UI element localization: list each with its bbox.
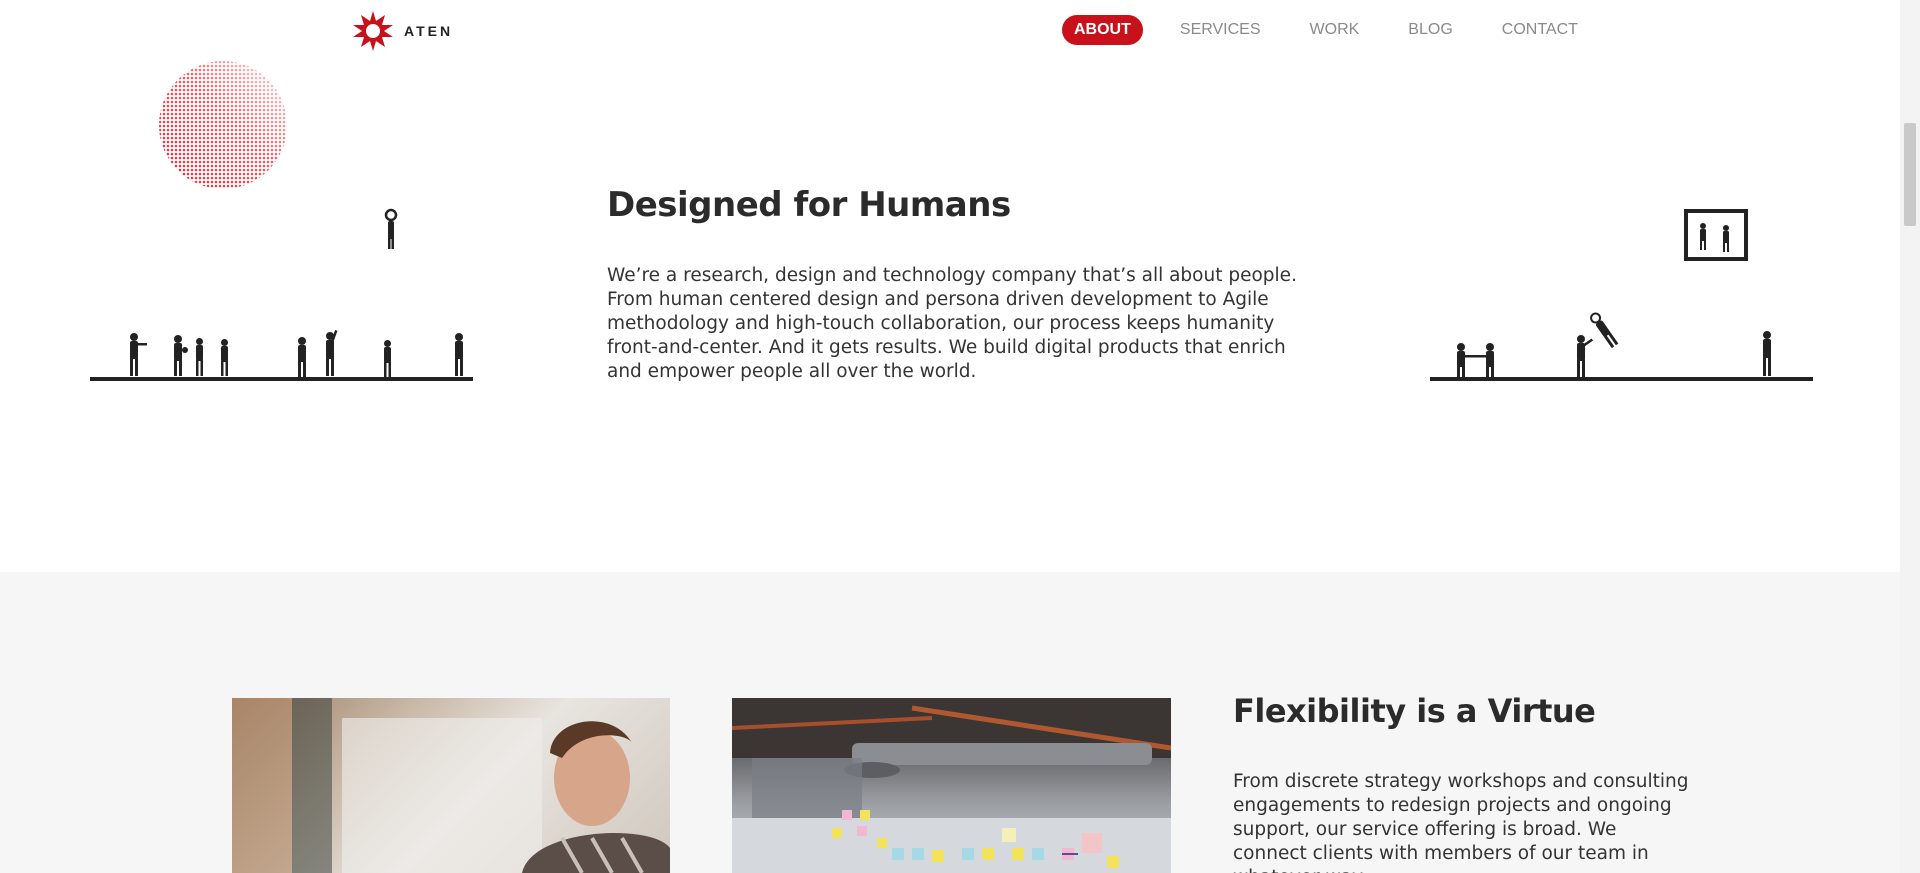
logo-text: ATEN: [404, 23, 454, 39]
nav-item-work[interactable]: WORK: [1298, 15, 1372, 45]
aten-logo-icon: [353, 11, 393, 51]
nav-item-blog[interactable]: BLOG: [1396, 15, 1464, 45]
halftone-circle: [159, 61, 287, 189]
site-header: ATEN ABOUT SERVICES WORK BLOG CONTACT: [0, 0, 1900, 60]
page-scrollbar[interactable]: [1900, 0, 1920, 873]
photo-man-at-desk: [232, 698, 670, 873]
section-body-humans: We’re a research, design and technology …: [607, 265, 1297, 382]
photo-office-wall: [732, 698, 1171, 873]
framed-picture-icon: [1684, 209, 1748, 261]
people-silhouettes-left: [90, 208, 473, 381]
section-title-humans: Designed for Humans: [607, 185, 1011, 225]
nav-item-about[interactable]: ABOUT: [1062, 15, 1143, 45]
scrollbar-thumb[interactable]: [1904, 123, 1916, 226]
section-title-flexibility: Flexibility is a Virtue: [1233, 692, 1596, 730]
logo[interactable]: ATEN: [352, 10, 453, 52]
people-silhouettes-right: [1430, 209, 1813, 381]
section-flexibility: Flexibility is a Virtue From discrete st…: [0, 572, 1900, 873]
main-nav: ABOUT SERVICES WORK BLOG CONTACT: [1062, 15, 1615, 45]
section-body-flexibility: From discrete strategy workshops and con…: [1233, 771, 1689, 873]
nav-item-contact[interactable]: CONTACT: [1490, 15, 1590, 45]
nav-item-services[interactable]: SERVICES: [1168, 15, 1273, 45]
